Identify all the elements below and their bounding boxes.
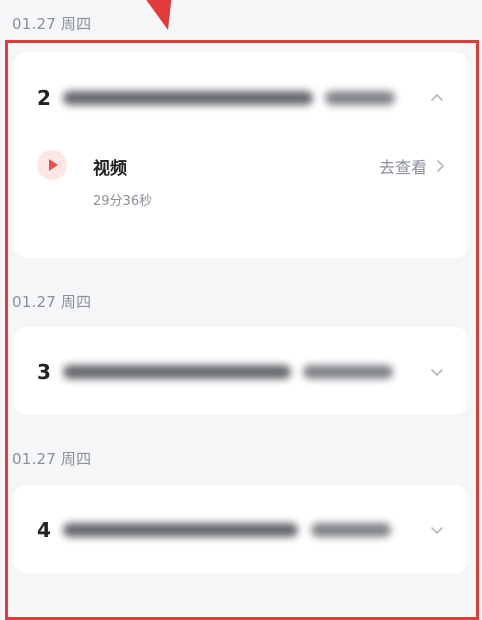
section-date: 01.27 周四 — [12, 293, 92, 311]
lesson-title-blurred — [63, 88, 403, 108]
lesson-card-4[interactable]: 4 — [13, 485, 469, 573]
lesson-card-2: 2 视频 29分36秒 去查看 — [13, 52, 469, 258]
lesson-number: 2 — [37, 86, 51, 110]
chevron-down-icon[interactable] — [429, 364, 445, 380]
chevron-up-icon[interactable] — [429, 90, 445, 106]
lesson-title-blurred — [63, 362, 403, 382]
section-date: 01.27 周四 — [12, 450, 92, 468]
lesson-number: 3 — [37, 360, 51, 384]
item-duration: 29分36秒 — [93, 194, 153, 209]
lesson-header[interactable]: 4 — [37, 518, 445, 542]
item-title: 视频 — [93, 159, 127, 179]
lesson-header[interactable]: 3 — [37, 360, 445, 384]
lesson-number: 4 — [37, 518, 51, 542]
chevron-down-icon[interactable] — [429, 522, 445, 538]
view-button[interactable]: 去查看 — [379, 154, 445, 178]
chevron-right-icon — [437, 160, 444, 172]
lesson-card-3[interactable]: 3 — [13, 327, 469, 415]
view-button-label: 去查看 — [378, 158, 427, 177]
lesson-title-blurred — [63, 520, 403, 540]
play-icon[interactable] — [37, 150, 67, 180]
lesson-item-video[interactable]: 视频 29分36秒 去查看 — [37, 150, 445, 210]
lesson-header[interactable]: 2 — [37, 86, 445, 110]
section-date: 01.27 周四 — [12, 15, 92, 33]
arrow-annotation-icon — [146, 0, 172, 30]
